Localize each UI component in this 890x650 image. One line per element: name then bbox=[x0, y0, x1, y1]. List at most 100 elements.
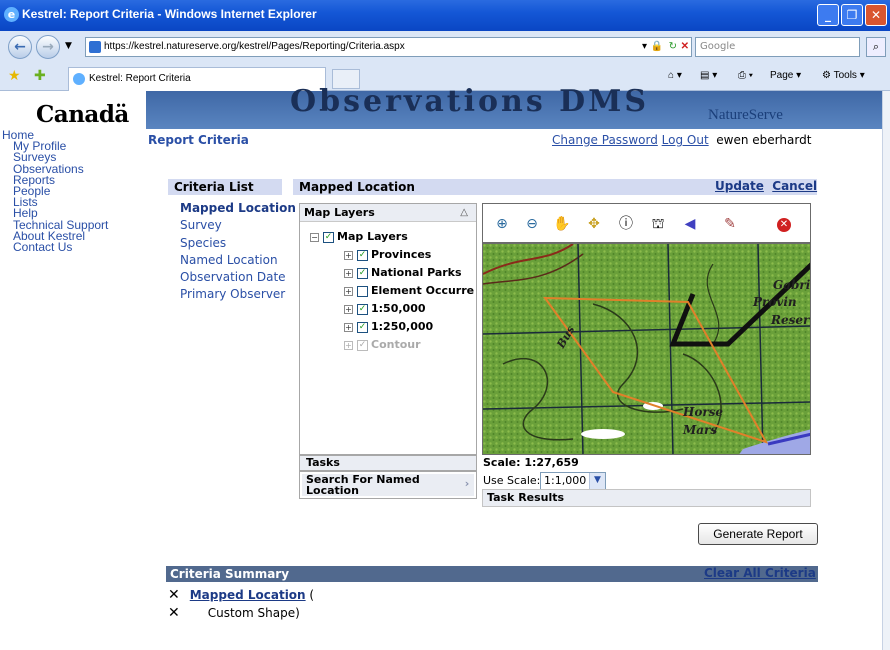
generate-report-button[interactable]: Generate Report bbox=[698, 523, 818, 545]
layer-checkbox[interactable]: ✓ bbox=[357, 267, 368, 279]
clear-all-criteria-link[interactable]: Clear All Criteria bbox=[704, 566, 816, 580]
map-image: Bus Gabri Provin Reser Horse Mars bbox=[483, 244, 810, 454]
chevron-down-icon[interactable]: ▼ bbox=[589, 473, 605, 489]
maximize-button[interactable]: ❐ bbox=[841, 4, 863, 26]
collapse-icon[interactable]: △ bbox=[460, 204, 468, 222]
layer-label: Provinces bbox=[371, 248, 432, 261]
expand-icon[interactable]: + bbox=[344, 322, 353, 332]
zoom-out-icon[interactable]: ⊖ bbox=[521, 213, 543, 235]
refresh-icon[interactable]: ↻ bbox=[669, 38, 677, 56]
summary-mapped-location-link[interactable]: Mapped Location bbox=[190, 588, 306, 602]
use-scale-value: 1:1,000 bbox=[544, 474, 587, 487]
criteria-item-species[interactable]: Species bbox=[180, 235, 296, 252]
expand-icon[interactable]: + bbox=[344, 286, 353, 296]
map-toolbar: ⊕ ⊖ ✋ ✥ ⓘ ⛫ ◀ ✎ ✕ bbox=[482, 203, 811, 243]
print-icon[interactable]: ⎙ ▾ bbox=[738, 70, 753, 81]
layer-checkbox[interactable]: ✓ bbox=[357, 339, 368, 351]
pan-icon[interactable]: ✋ bbox=[551, 213, 573, 235]
layer-root-label: Map Layers bbox=[337, 230, 408, 243]
layer-element-occurrences[interactable]: + Element Occurre bbox=[344, 284, 474, 297]
criteria-item-observation-date[interactable]: Observation Date bbox=[180, 269, 296, 286]
scale-readout: Scale: 1:27,659 bbox=[483, 456, 579, 469]
address-bar[interactable]: https://kestrel.natureserve.org/kestrel/… bbox=[85, 37, 692, 57]
layer-checkbox[interactable]: ✓ bbox=[357, 321, 368, 333]
user-name: ewen eberhardt bbox=[716, 133, 812, 147]
expand-icon[interactable]: + bbox=[344, 304, 353, 314]
change-password-link[interactable]: Change Password bbox=[552, 133, 658, 147]
lock-icon[interactable]: 🔒 bbox=[651, 38, 663, 56]
mapped-location-actions: Update Cancel bbox=[715, 179, 817, 193]
criteria-list-header: Criteria List bbox=[168, 179, 282, 195]
page-menu[interactable]: Page ▾ bbox=[770, 70, 801, 81]
identify-icon[interactable]: ⓘ bbox=[615, 213, 637, 235]
layer-1-50000[interactable]: + ✓ 1:50,000 bbox=[344, 302, 426, 315]
feeds-icon[interactable]: ▤ ▾ bbox=[700, 70, 717, 81]
window-title: Kestrel: Report Criteria - Windows Inter… bbox=[22, 7, 317, 21]
home-icon[interactable]: ⌂ ▾ bbox=[668, 70, 682, 81]
criteria-item-survey[interactable]: Survey bbox=[180, 217, 296, 234]
criteria-item-mapped-location[interactable]: Mapped Location bbox=[180, 200, 296, 217]
tab-kestrel[interactable]: Kestrel: Report Criteria bbox=[68, 67, 326, 91]
layer-root[interactable]: − ✓ Map Layers bbox=[310, 230, 408, 243]
canada-logo-text: Canadä bbox=[36, 101, 129, 128]
layer-label: National Parks bbox=[371, 266, 462, 279]
full-extent-icon[interactable]: ✥ bbox=[583, 213, 605, 235]
zoom-in-icon[interactable]: ⊕ bbox=[491, 213, 513, 235]
chevron-right-icon[interactable]: › bbox=[460, 474, 474, 496]
search-named-location-label: Search For Named Location bbox=[302, 474, 460, 496]
logout-link[interactable]: Log Out bbox=[662, 133, 709, 147]
update-link[interactable]: Update bbox=[715, 179, 764, 193]
criteria-list: Mapped Location Survey Species Named Loc… bbox=[180, 200, 296, 304]
remove-criteria-icon[interactable]: ✕ bbox=[168, 587, 180, 603]
task-results-header: Task Results bbox=[482, 489, 811, 507]
history-dropdown-icon[interactable]: ▼ bbox=[65, 41, 72, 51]
measure-icon[interactable]: ⛫ bbox=[647, 213, 669, 235]
tab-label: Kestrel: Report Criteria bbox=[89, 73, 191, 84]
layer-checkbox[interactable]: ✓ bbox=[357, 303, 368, 315]
expand-icon[interactable]: + bbox=[344, 268, 353, 278]
tools-gear-icon: ⚙ bbox=[822, 70, 831, 81]
natureserve-logo: NatureServe bbox=[708, 107, 818, 129]
draw-shape-icon[interactable]: ✎ bbox=[719, 213, 741, 235]
page-menu-label: Page bbox=[770, 70, 794, 81]
address-url: https://kestrel.natureserve.org/kestrel/… bbox=[104, 41, 405, 52]
search-input[interactable]: Google bbox=[695, 37, 860, 57]
page-scrollbar[interactable] bbox=[882, 91, 890, 650]
minimize-button[interactable]: _ bbox=[817, 4, 839, 26]
layer-national-parks[interactable]: + ✓ National Parks bbox=[344, 266, 462, 279]
close-window-button[interactable]: ✕ bbox=[865, 4, 887, 26]
clear-graphics-icon[interactable]: ✕ bbox=[777, 218, 791, 232]
use-scale-select[interactable]: 1:1,000 ▼ bbox=[540, 472, 606, 490]
map-view[interactable]: Bus Gabri Provin Reser Horse Mars bbox=[482, 243, 811, 455]
layer-checkbox[interactable]: ✓ bbox=[357, 249, 368, 261]
back-extent-icon[interactable]: ◀ bbox=[679, 213, 701, 235]
stop-icon[interactable]: ✕ bbox=[681, 38, 689, 56]
layer-root-checkbox[interactable]: ✓ bbox=[323, 231, 334, 243]
forward-icon[interactable]: → bbox=[36, 35, 60, 59]
tab-favicon-icon bbox=[73, 73, 85, 85]
user-links: Change Password Log Out ewen eberhardt bbox=[552, 133, 811, 147]
expand-icon[interactable]: + bbox=[344, 340, 353, 350]
collapse-tree-icon[interactable]: − bbox=[310, 232, 319, 242]
address-row: ← → ▼ https://kestrel.natureserve.org/ke… bbox=[0, 31, 890, 63]
tools-menu[interactable]: ⚙ Tools ▾ bbox=[822, 70, 865, 81]
layer-provinces[interactable]: + ✓ Provinces bbox=[344, 248, 431, 261]
favorites-star-icon[interactable]: ★ bbox=[8, 68, 21, 84]
tasks-header: Tasks bbox=[299, 455, 477, 471]
nav-contact-us[interactable]: Contact Us bbox=[2, 241, 142, 253]
search-icon[interactable]: ⌕ bbox=[866, 37, 886, 57]
remove-shape-icon[interactable]: ✕ bbox=[168, 605, 180, 621]
cancel-link[interactable]: Cancel bbox=[772, 179, 817, 193]
criteria-item-primary-observer[interactable]: Primary Observer bbox=[180, 286, 296, 303]
layer-1-250000[interactable]: + ✓ 1:250,000 bbox=[344, 320, 433, 333]
layer-contour[interactable]: + ✓ Contour bbox=[344, 338, 421, 351]
ie-icon: e bbox=[4, 7, 19, 22]
layer-checkbox[interactable] bbox=[357, 285, 368, 297]
address-dropdown-icon[interactable]: ▾ bbox=[642, 38, 647, 56]
window-titlebar: e Kestrel: Report Criteria - Windows Int… bbox=[0, 0, 890, 31]
criteria-item-named-location[interactable]: Named Location bbox=[180, 252, 296, 269]
back-icon[interactable]: ← bbox=[8, 35, 32, 59]
search-named-location-task[interactable]: Search For Named Location › bbox=[299, 471, 477, 499]
add-favorite-icon[interactable]: ✚ bbox=[34, 68, 46, 84]
expand-icon[interactable]: + bbox=[344, 250, 353, 260]
